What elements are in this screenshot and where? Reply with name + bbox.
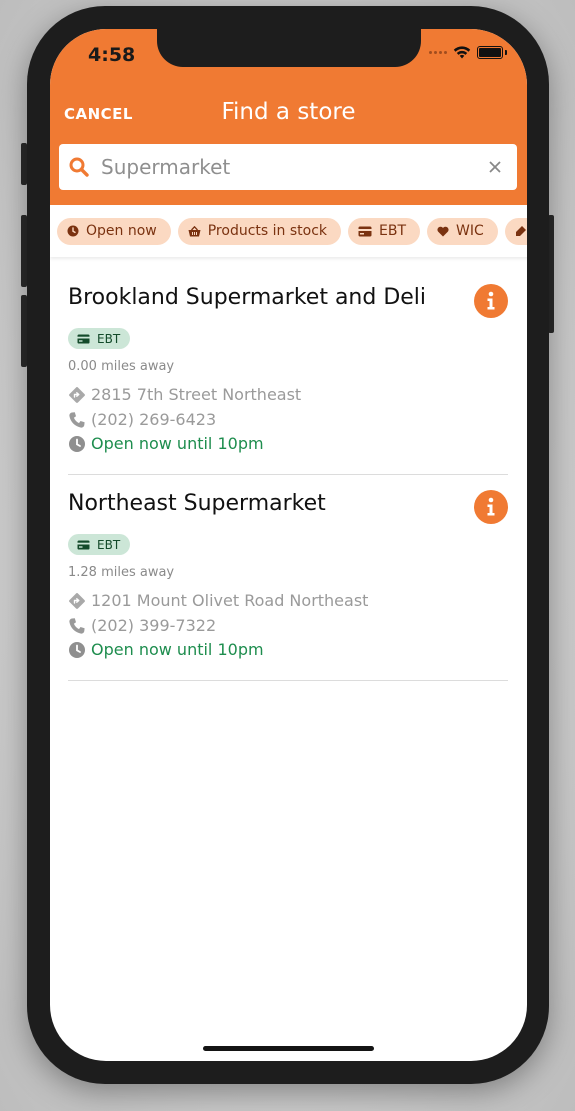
credit-card-icon xyxy=(358,226,372,236)
address-text: 1201 Mount Olivet Road Northeast xyxy=(91,591,369,610)
filter-label: Open now xyxy=(86,223,157,239)
search-icon xyxy=(69,156,91,178)
filter-label: WIC xyxy=(456,223,484,239)
page-title: Find a store xyxy=(221,99,356,125)
address-text: 2815 7th Street Northeast xyxy=(91,385,302,404)
clock-icon xyxy=(68,435,86,453)
filter-label: EBT xyxy=(379,223,407,239)
filter-products-in-stock[interactable]: Products in stock xyxy=(177,217,342,245)
store-list: Brookland Supermarket and Deli EBT 0.00 … xyxy=(68,269,508,681)
phone-icon xyxy=(68,411,86,429)
store-hours: Open now until 10pm xyxy=(68,640,264,659)
filter-more[interactable] xyxy=(504,217,527,245)
info-button[interactable] xyxy=(474,490,508,524)
filter-ebt[interactable]: EBT xyxy=(348,217,421,245)
hours-text: Open now until 10pm xyxy=(91,434,264,453)
heart-icon xyxy=(437,226,449,236)
app-header: 4:58 CANCEL Find a store xyxy=(50,29,527,205)
status-badge: EBT xyxy=(68,328,131,349)
battery-icon xyxy=(477,46,503,59)
phone-text: (202) 399-7322 xyxy=(91,616,217,635)
status-icons xyxy=(429,46,507,59)
tag-icon xyxy=(515,226,526,236)
phone-icon xyxy=(68,617,86,635)
filter-open-now[interactable]: Open now xyxy=(57,217,171,245)
store-phone[interactable]: (202) 269-6423 xyxy=(68,410,216,429)
wifi-icon xyxy=(453,46,471,59)
info-icon xyxy=(487,497,495,516)
search-input[interactable] xyxy=(99,154,483,180)
store-phone[interactable]: (202) 399-7322 xyxy=(68,616,216,635)
store-name: Brookland Supermarket and Deli xyxy=(68,285,427,310)
store-distance: 0.00 miles away xyxy=(68,359,175,374)
battery-tip xyxy=(505,50,507,55)
filter-chips: Open now Products in stock EBT WIC xyxy=(50,205,527,257)
search-bar[interactable] xyxy=(59,144,517,190)
list-item[interactable]: Brookland Supermarket and Deli EBT 0.00 … xyxy=(68,269,508,475)
home-indicator[interactable] xyxy=(203,1046,374,1051)
credit-card-icon xyxy=(77,334,90,343)
badge-label: EBT xyxy=(97,331,121,346)
signal-icon xyxy=(429,51,447,54)
info-button[interactable] xyxy=(474,284,508,318)
store-distance: 1.28 miles away xyxy=(68,565,175,580)
app-screen: 4:58 CANCEL Find a store Supermarket Ope… xyxy=(50,29,527,1061)
credit-card-icon xyxy=(77,540,90,549)
filter-wic[interactable]: WIC xyxy=(427,217,498,245)
notch xyxy=(157,29,421,67)
list-item[interactable]: Northeast Supermarket EBT 1.28 miles awa… xyxy=(68,475,508,681)
badge-label: EBT xyxy=(97,537,121,552)
clock-icon xyxy=(68,641,86,659)
close-icon[interactable] xyxy=(483,155,507,179)
hours-text: Open now until 10pm xyxy=(91,640,264,659)
phone-text: (202) 269-6423 xyxy=(91,410,217,429)
filter-label: Products in stock xyxy=(207,223,328,239)
store-address[interactable]: 1201 Mount Olivet Road Northeast xyxy=(68,591,368,610)
info-icon xyxy=(487,291,495,310)
store-hours: Open now until 10pm xyxy=(68,434,264,453)
clock-icon xyxy=(67,225,79,237)
status-time: 4:58 xyxy=(88,44,136,66)
status-badge: EBT xyxy=(68,534,131,555)
directions-icon xyxy=(68,592,86,610)
directions-icon xyxy=(68,386,86,404)
store-name: Northeast Supermarket xyxy=(68,491,326,516)
basket-icon xyxy=(188,225,201,236)
store-address[interactable]: 2815 7th Street Northeast xyxy=(68,385,301,404)
